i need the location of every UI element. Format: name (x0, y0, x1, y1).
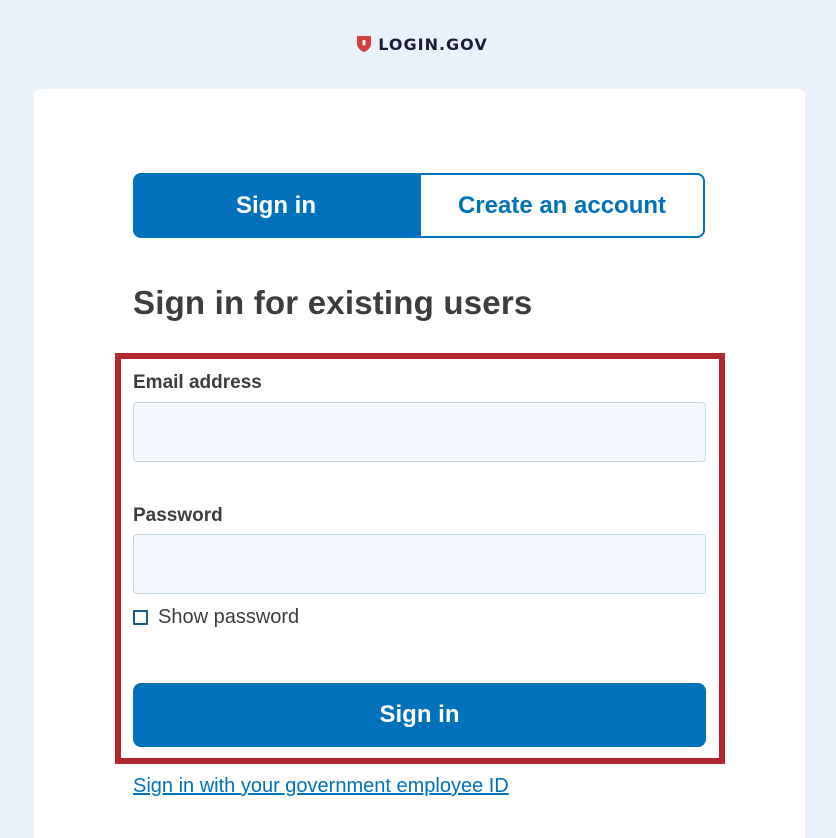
shield-icon (356, 35, 372, 53)
tab-sign-in[interactable]: Sign in (133, 173, 419, 238)
tab-create-account[interactable]: Create an account (419, 173, 705, 238)
show-password-label: Show password (158, 606, 300, 628)
password-label: Password (133, 505, 223, 526)
show-password-checkbox[interactable] (133, 610, 148, 625)
login-page: LOGIN.GOV Sign in Create an account Sign… (0, 0, 836, 838)
government-id-link[interactable]: Sign in with your government employee ID (133, 775, 509, 798)
show-password-toggle[interactable]: Show password (133, 606, 299, 629)
logo-text: LOGIN.GOV (378, 34, 488, 54)
email-field[interactable] (133, 402, 706, 462)
header: LOGIN.GOV (0, 0, 836, 88)
sign-in-button[interactable]: Sign in (133, 683, 706, 747)
logo[interactable]: LOGIN.GOV (356, 35, 487, 54)
email-label: Email address (133, 372, 262, 393)
password-field[interactable] (133, 534, 706, 594)
account-tabs: Sign in Create an account (133, 173, 705, 238)
page-title: Sign in for existing users (133, 284, 533, 321)
login-card: Sign in Create an account Sign in for ex… (34, 89, 805, 838)
